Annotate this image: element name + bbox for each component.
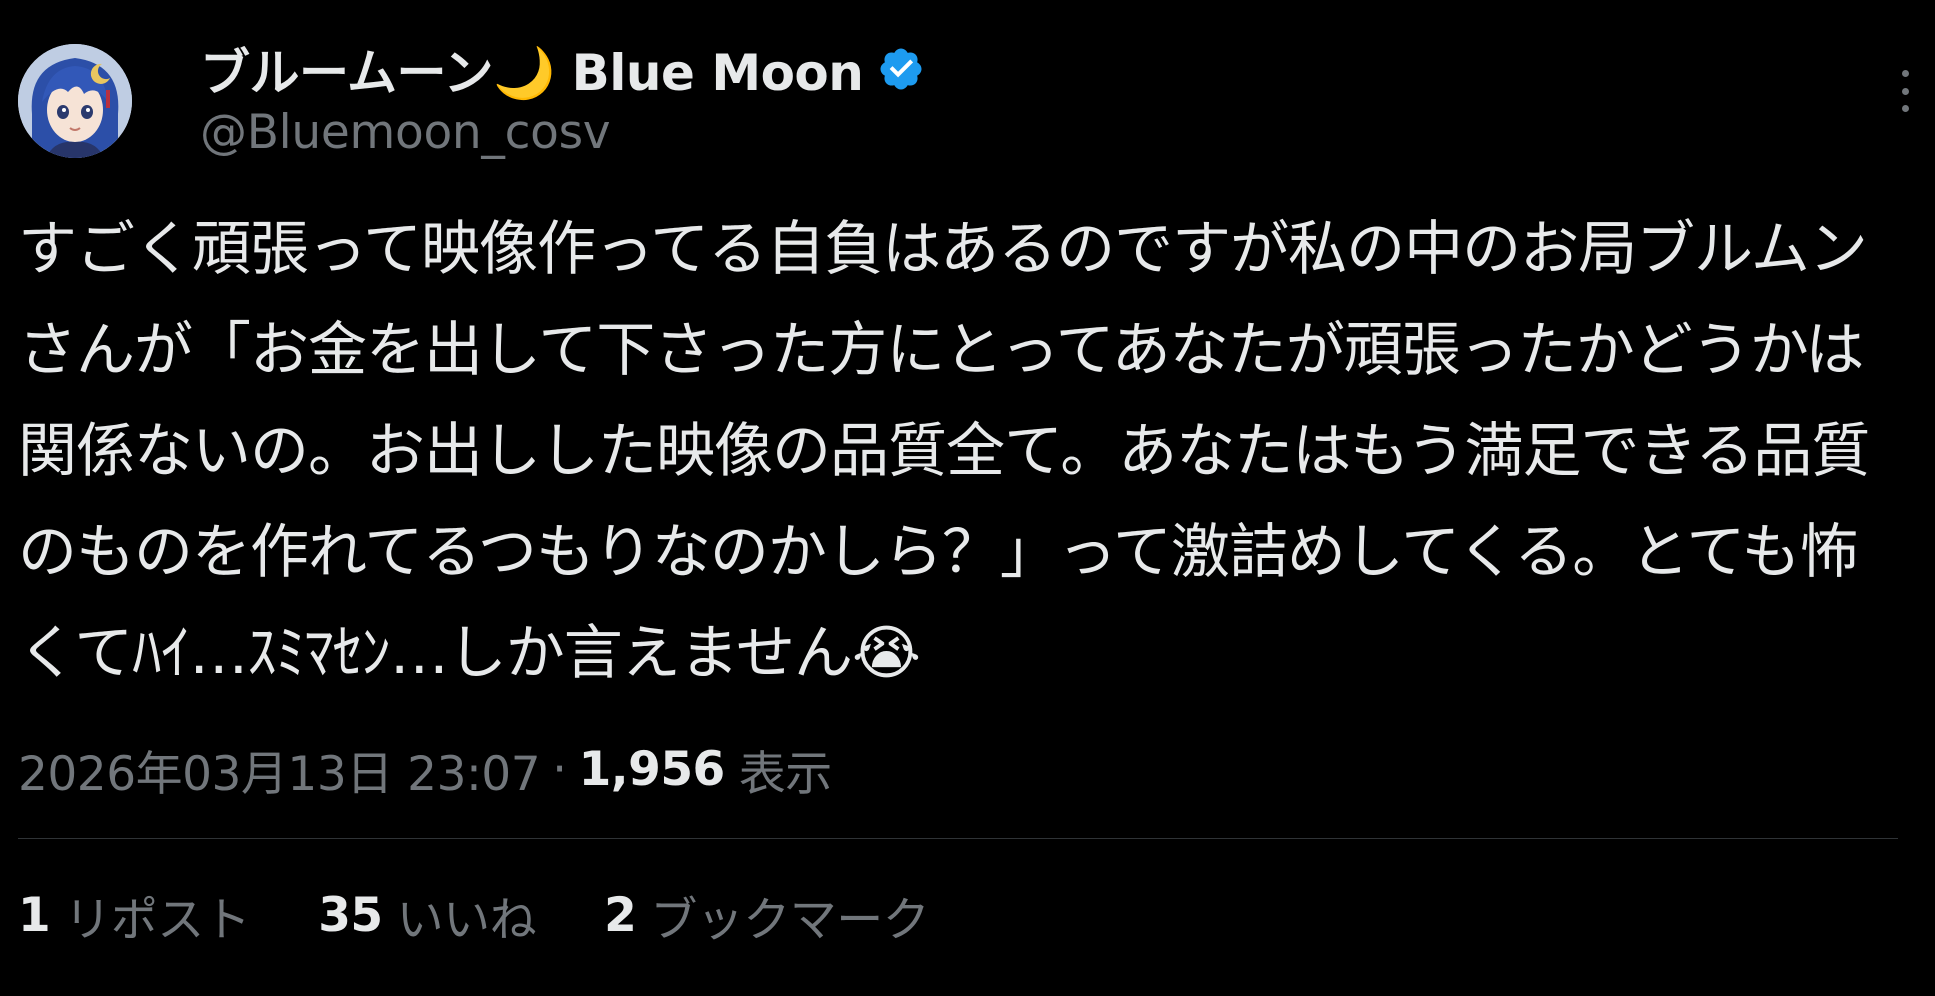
more-dot: [1901, 87, 1909, 95]
more-dot: [1901, 70, 1909, 77]
bookmark-count: 2: [604, 887, 637, 943]
repost-label: リポスト: [64, 892, 251, 948]
verified-badge-icon[interactable]: [877, 45, 925, 93]
repost-count: 1: [18, 887, 51, 943]
views-count: 1,956: [578, 741, 726, 797]
divider: [18, 838, 1898, 839]
tweet-detail: ブルームーン🌙 Blue Moon @Bluemoon_cosv すごく頑張って…: [0, 0, 1935, 996]
author-info: ブルームーン🌙 Blue Moon @Bluemoon_cosv: [200, 36, 1800, 162]
more-dot: [1901, 105, 1909, 112]
tweet-timestamp[interactable]: 2026年03月13日 23:07: [18, 735, 541, 804]
tweet-text: すごく頑張って映像作ってる自負はあるのですが私の中のお局ブルムンさんが「お金を出…: [18, 214, 1870, 687]
author-name-row: ブルームーン🌙 Blue Moon: [200, 36, 1800, 102]
author-display-name[interactable]: ブルームーン🌙 Blue Moon: [200, 33, 864, 105]
views-label: 表示: [738, 746, 833, 802]
meta-separator: ·: [552, 741, 567, 797]
avatar[interactable]: [18, 44, 132, 158]
like-count: 35: [318, 887, 383, 943]
engagement-stats: 1 リポスト 35 いいね 2 ブックマーク: [18, 884, 997, 948]
like-stat[interactable]: 35 いいね: [318, 881, 536, 950]
author-handle[interactable]: @Bluemoon_cosv: [200, 104, 1800, 162]
bookmark-label: ブックマーク: [650, 892, 930, 948]
like-label: いいね: [396, 892, 537, 948]
tweet-meta: 2026年03月13日 23:07 · 1,956 表示: [18, 738, 832, 802]
repost-stat[interactable]: 1 リポスト: [18, 881, 251, 950]
more-options-icon[interactable]: [1892, 70, 1918, 112]
bookmark-stat[interactable]: 2 ブックマーク: [604, 881, 930, 950]
